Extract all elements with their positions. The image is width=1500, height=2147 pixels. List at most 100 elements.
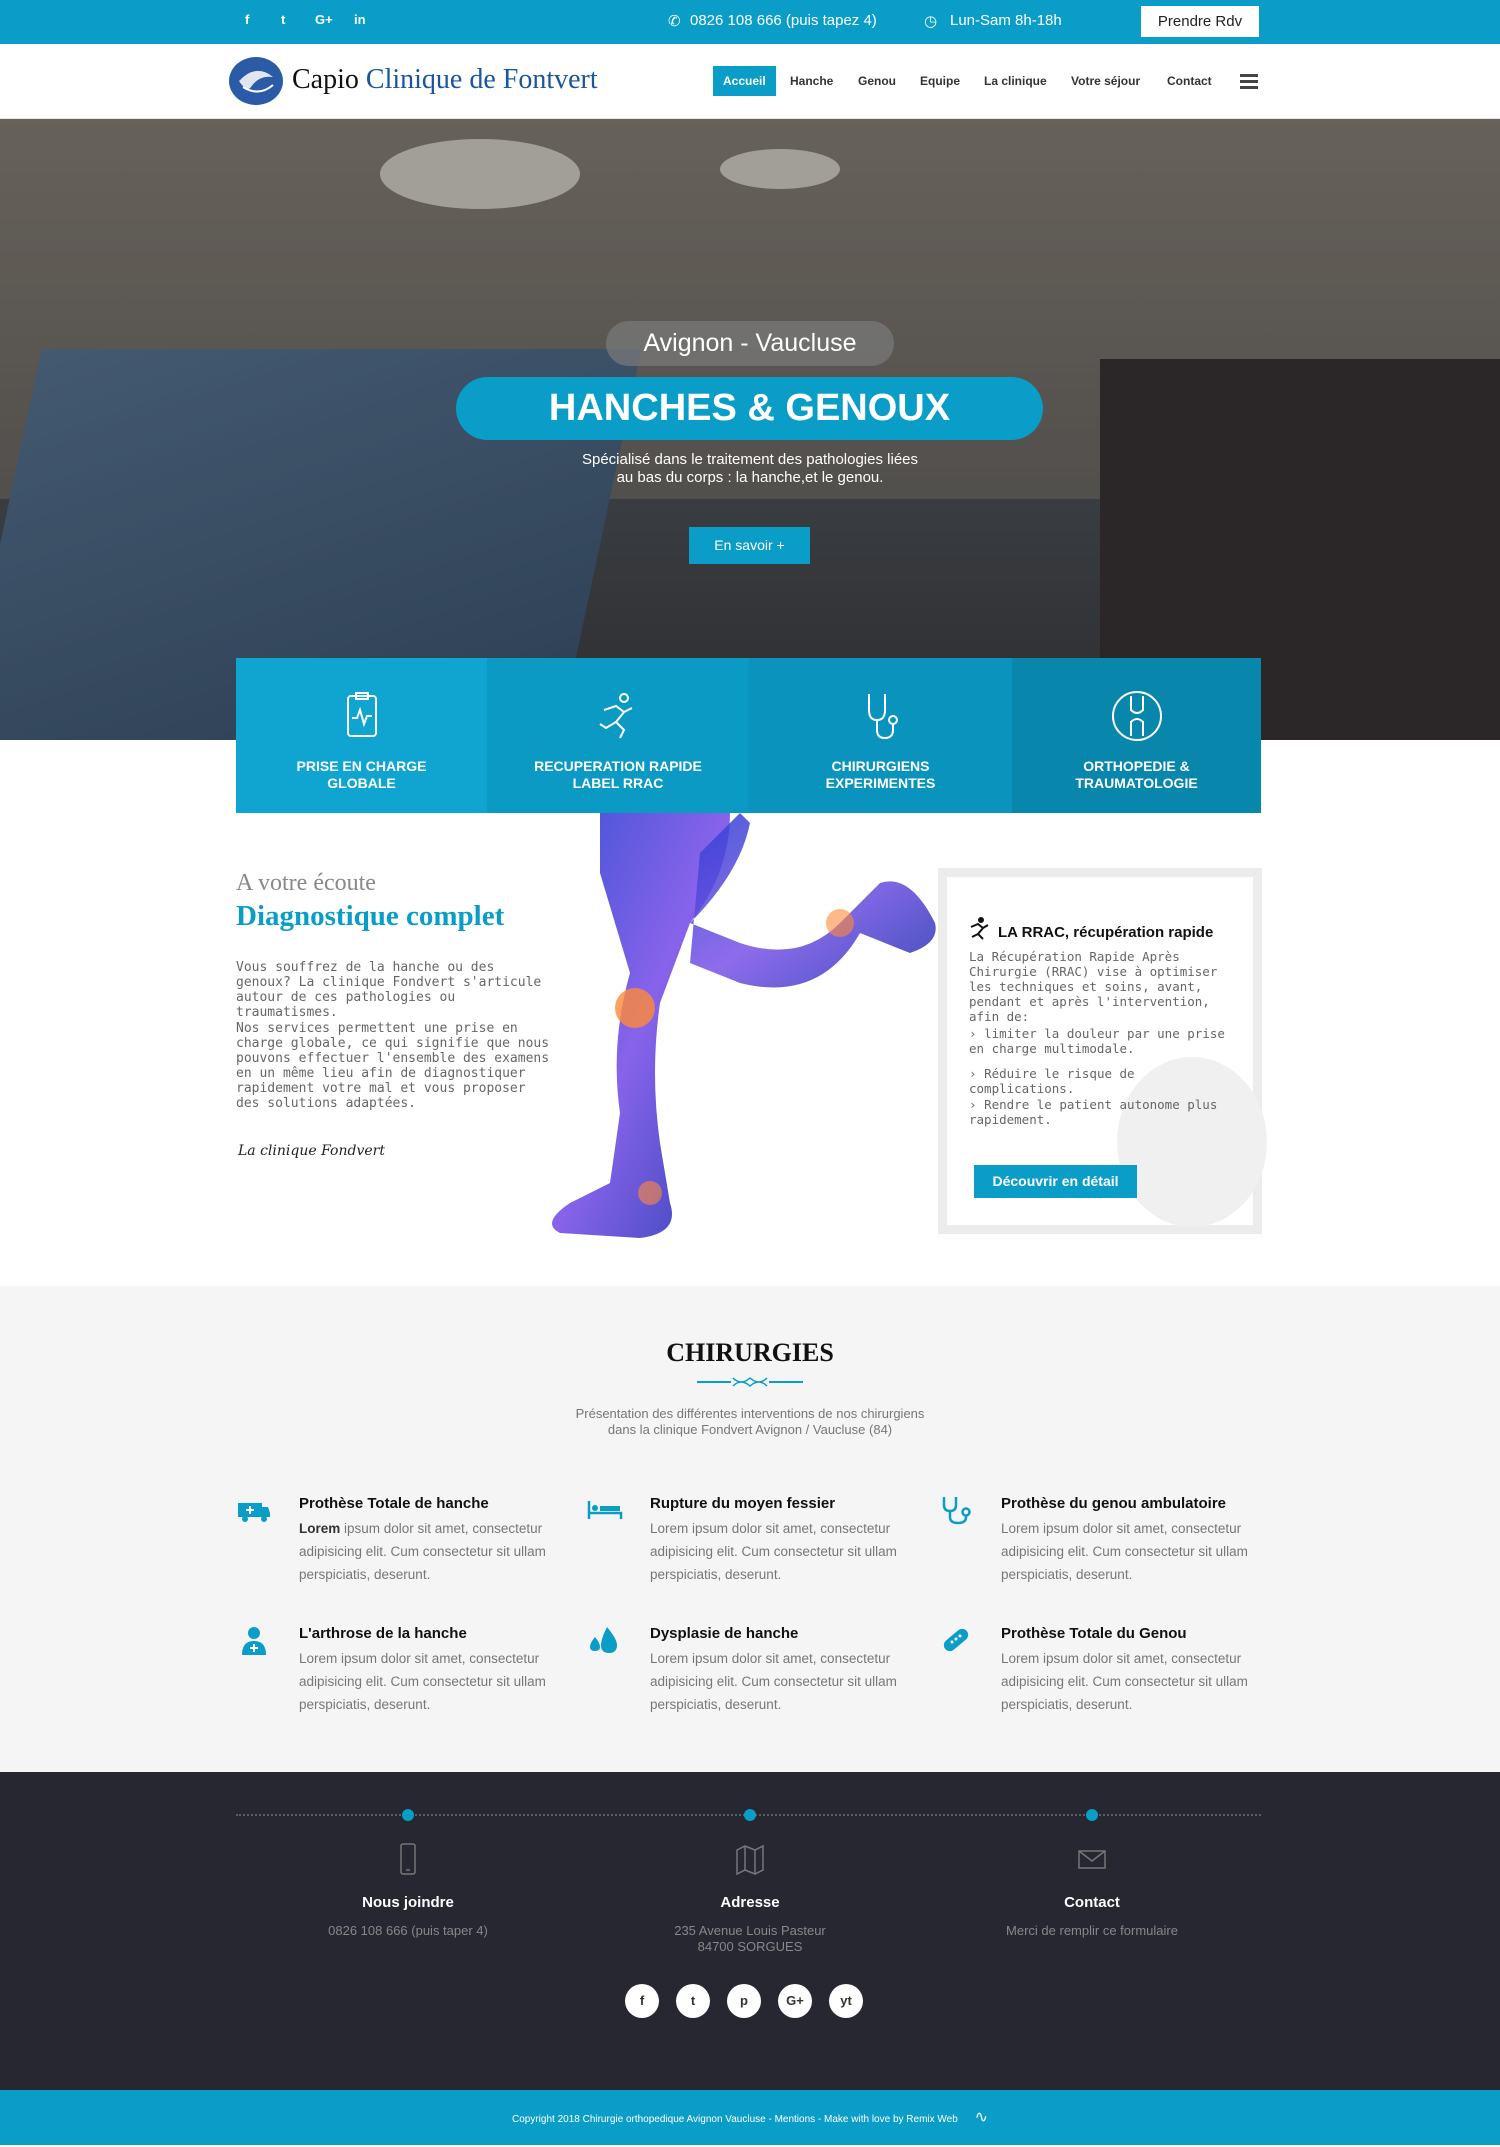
surgery-title[interactable]: Prothèse du genou ambulatoire <box>1001 1495 1226 1512</box>
hero-title: HANCHES & GENOUX <box>456 377 1043 440</box>
footer-address: 235 Avenue Louis Pasteur 84700 SORGUES <box>580 1923 920 1955</box>
surgery-title[interactable]: L'arthrose de la hanche <box>299 1625 467 1642</box>
hero-subtitle-line: au bas du corps : la hanche,et le genou. <box>616 469 884 486</box>
prendre-rdv-button[interactable]: Prendre Rdv <box>1141 6 1259 37</box>
rrac-point-text: Réduire le risque de complications. <box>969 1066 1135 1096</box>
about-kicker: A votre écoute <box>236 870 376 896</box>
hero-subtitle: Spécialisé dans le traitement des pathol… <box>550 451 950 487</box>
surgery-title[interactable]: Dysplasie de hanche <box>650 1625 798 1642</box>
nav-item-equipe[interactable]: Equipe <box>920 66 960 96</box>
capio-logo-icon[interactable] <box>229 57 283 105</box>
runner-icon <box>970 917 989 940</box>
rrac-point-text: limiter la douleur par une prise en char… <box>969 1026 1225 1056</box>
surgery-title[interactable]: Prothèse Totale de hanche <box>299 1495 489 1512</box>
twitter-icon[interactable]: t <box>281 12 285 27</box>
decouvrir-button[interactable]: Découvrir en détail <box>974 1165 1137 1198</box>
feature-label: RECUPERATION RAPIDE LABEL RRAC <box>487 758 749 792</box>
surgery-title[interactable]: Rupture du moyen fessier <box>650 1495 835 1512</box>
envelope-icon <box>1078 1850 1106 1869</box>
footer-address-line: 235 Avenue Louis Pasteur <box>674 1923 826 1938</box>
pinterest-icon[interactable]: p <box>727 1984 761 2018</box>
rrac-point: › Rendre le patient autonome plus rapide… <box>969 1097 1239 1127</box>
en-savoir-plus-button[interactable]: En savoir + <box>689 527 810 564</box>
feature-orthopedie[interactable]: ORTHOPEDIE & TRAUMATOLOGIE <box>1012 658 1261 813</box>
footer-phone[interactable]: 0826 108 666 (puis taper 4) <box>238 1923 578 1939</box>
stethoscope-icon <box>867 694 898 740</box>
feature-recuperation-rapide[interactable]: RECUPERATION RAPIDE LABEL RRAC <box>487 658 749 813</box>
mobile-icon <box>400 1843 416 1875</box>
footer-dot <box>744 1809 756 1821</box>
surgery-desc: Lorem ipsum dolor sit amet, consectetur … <box>1001 1521 1248 1582</box>
rrac-title: LA RRAC, récupération rapide <box>998 924 1214 941</box>
ambulance-icon <box>238 1503 270 1522</box>
drops-icon <box>590 1627 617 1653</box>
footer-heading: Nous joindre <box>362 1894 454 1911</box>
footer-address-line: 84700 SORGUES <box>697 1939 803 1954</box>
google-plus-icon[interactable]: G+ <box>778 1984 812 2018</box>
chirurgies-title: CHIRURGIES <box>666 1338 834 1367</box>
nav-item-votre-sejour[interactable]: Votre séjour <box>1071 66 1140 96</box>
twitter-icon[interactable]: t <box>676 1984 710 2018</box>
stethoscope-icon <box>942 1497 971 1525</box>
topbar-hours: Lun-Sam 8h-18h <box>950 12 1062 29</box>
footer-col-nous-joindre: Nous joindre 0826 108 666 (puis taper 4) <box>238 1842 578 1939</box>
hospital-bed-icon <box>587 1501 623 1519</box>
clock-icon: ◷ <box>924 13 938 30</box>
joint-icon <box>1111 691 1162 741</box>
rrac-intro: La Récupération Rapide Après Chirurgie (… <box>969 949 1218 1024</box>
feature-label-line: GLOBALE <box>327 775 396 791</box>
topbar-phone[interactable]: 0826 108 666 (puis tapez 4) <box>690 12 877 29</box>
running-legs-xray-image <box>552 813 936 1238</box>
facebook-icon[interactable]: f <box>245 12 249 27</box>
rrac-point-text: Rendre le patient autonome plus rapideme… <box>969 1097 1218 1127</box>
chevron-right-icon: › <box>969 1097 985 1112</box>
footer-dot <box>1086 1809 1098 1821</box>
google-plus-icon[interactable]: G+ <box>315 12 333 27</box>
facebook-icon[interactable]: f <box>625 1984 659 2018</box>
feature-label-line: EXPERIMENTES <box>825 775 936 791</box>
chevron-right-icon: › <box>969 1026 985 1041</box>
footer-dot <box>402 1809 414 1821</box>
rrac-card: LA RRAC, récupération rapide La Récupéra… <box>938 868 1267 1234</box>
nav-item-accueil[interactable]: Accueil <box>713 66 776 96</box>
footer-col-adresse: Adresse 235 Avenue Louis Pasteur 84700 SO… <box>580 1842 920 1955</box>
nav-item-contact[interactable]: Contact <box>1167 66 1212 96</box>
hamburger-menu-icon[interactable] <box>1240 74 1258 89</box>
feature-label: CHIRURGIENS EXPERIMENTES <box>749 758 1012 792</box>
rrac-point: › Réduire le risque de complications. <box>969 1066 1239 1096</box>
surgery-desc: Lorem ipsum dolor sit amet, consectetur … <box>1001 1651 1248 1712</box>
runner-icon <box>599 693 633 739</box>
chevron-right-icon: › <box>969 1066 985 1081</box>
nav-item-la-clinique[interactable]: La clinique <box>984 66 1047 96</box>
feature-label-line: CHIRURGIENS <box>831 758 930 774</box>
feature-label-line: LABEL RRAC <box>572 775 664 791</box>
feature-prise-en-charge[interactable]: PRISE EN CHARGE GLOBALE <box>236 658 487 813</box>
youtube-icon[interactable]: yt <box>829 1984 863 2018</box>
linkedin-icon[interactable]: in <box>354 12 366 27</box>
hero-subtitle-line: Spécialisé dans le traitement des pathol… <box>581 451 919 468</box>
feature-label-line: ORTHOPEDIE & <box>1083 758 1190 774</box>
surgery-desc: Lorem ipsum dolor sit amet, consectetur … <box>650 1651 897 1712</box>
chirurgies-intro-line: dans la clinique Fondvert Avignon / Vauc… <box>607 1422 893 1437</box>
pill-icon <box>943 1628 969 1652</box>
feature-chirurgiens[interactable]: CHIRURGIENS EXPERIMENTES <box>749 658 1012 813</box>
footer: Nous joindre 0826 108 666 (puis taper 4)… <box>0 1772 1500 2090</box>
logo-word-clinique: Clinique de Fontvert <box>365 64 598 95</box>
nav-item-genou[interactable]: Genou <box>858 66 896 96</box>
about-heading: Diagnostique complet <box>236 900 505 932</box>
doctor-icon <box>242 1627 266 1655</box>
surgery-desc: Lorem ipsum dolor sit amet, consectetur … <box>650 1521 897 1582</box>
chirurgies-intro: Présentation des différentes interventio… <box>0 1406 1500 1438</box>
map-icon <box>736 1844 764 1876</box>
lizard-icon: ∿ <box>974 2109 988 2126</box>
site-logo[interactable]: Capio Clinique de Fontvert <box>292 64 598 96</box>
nav-item-hanche[interactable]: Hanche <box>790 66 833 96</box>
feature-label: ORTHOPEDIE & TRAUMATOLOGIE <box>1012 758 1261 792</box>
copyright-text: Copyright 2018 Chirurgie orthopedique Av… <box>512 2114 958 2125</box>
chirurgies-intro-line: Présentation des différentes interventio… <box>575 1406 925 1421</box>
logo-word-capio: Capio <box>292 64 359 95</box>
footer-contact-link[interactable]: Merci de remplir ce formulaire <box>922 1923 1262 1939</box>
copyright-bar: Copyright 2018 Chirurgie orthopedique Av… <box>0 2090 1500 2145</box>
surgery-title[interactable]: Prothèse Totale du Genou <box>1001 1625 1187 1642</box>
feature-label: PRISE EN CHARGE GLOBALE <box>236 758 487 792</box>
